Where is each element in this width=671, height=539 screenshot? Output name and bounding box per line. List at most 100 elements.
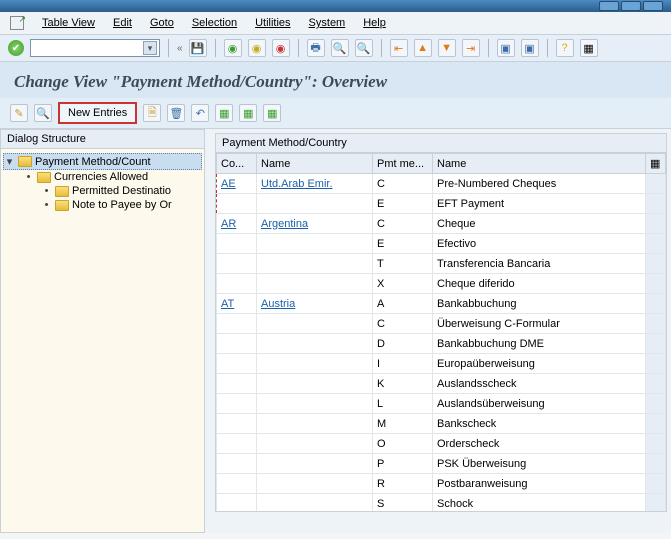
- tree-child-note[interactable]: • Note to Payee by Or: [3, 198, 202, 212]
- cell-desc[interactable]: Postbaranweisung: [433, 474, 646, 494]
- cell-pm[interactable]: K: [373, 374, 433, 394]
- table-row[interactable]: TTransferencia Bancaria: [217, 254, 666, 274]
- cell-name[interactable]: [257, 474, 373, 494]
- cell-country[interactable]: [217, 494, 257, 513]
- table-row[interactable]: CÜberweisung C-Formular: [217, 314, 666, 334]
- delete-icon[interactable]: 🗑: [167, 104, 185, 122]
- cell-desc[interactable]: Auslandsüberweisung: [433, 394, 646, 414]
- cell-desc[interactable]: Pre-Numbered Cheques: [433, 174, 646, 194]
- table-row[interactable]: KAuslandsscheck: [217, 374, 666, 394]
- cell-country[interactable]: [217, 374, 257, 394]
- table-row[interactable]: OOrderscheck: [217, 434, 666, 454]
- prev-page-icon[interactable]: ▲: [414, 39, 432, 57]
- cell-pm[interactable]: C: [373, 174, 433, 194]
- copy-icon[interactable]: 🗎: [143, 104, 161, 122]
- cancel-icon[interactable]: ◉: [272, 39, 290, 57]
- cell-desc[interactable]: Europaüberweisung: [433, 354, 646, 374]
- cell-name[interactable]: [257, 454, 373, 474]
- save-icon[interactable]: 💾: [189, 39, 207, 57]
- col-desc-header[interactable]: Name: [433, 154, 646, 174]
- cell-country[interactable]: [217, 334, 257, 354]
- cell-country[interactable]: [217, 394, 257, 414]
- cell-country[interactable]: [217, 454, 257, 474]
- menu-selection[interactable]: Selection: [192, 17, 237, 29]
- cell-country[interactable]: [217, 274, 257, 294]
- cell-name[interactable]: [257, 254, 373, 274]
- cell-country[interactable]: [217, 234, 257, 254]
- cell-name[interactable]: [257, 334, 373, 354]
- cell-country[interactable]: AT: [217, 294, 257, 314]
- table-row[interactable]: AEUtd.Arab Emir.CPre-Numbered Cheques: [217, 174, 666, 194]
- select-all-icon[interactable]: ▦: [215, 104, 233, 122]
- cell-name[interactable]: [257, 314, 373, 334]
- table-row[interactable]: RPostbaranweisung: [217, 474, 666, 494]
- cell-desc[interactable]: PSK Überweisung: [433, 454, 646, 474]
- cell-desc[interactable]: Bankabbuchung DME: [433, 334, 646, 354]
- col-name-header[interactable]: Name: [257, 154, 373, 174]
- cell-name[interactable]: [257, 194, 373, 214]
- cell-pm[interactable]: M: [373, 414, 433, 434]
- cell-country[interactable]: [217, 434, 257, 454]
- exit-icon[interactable]: ◉: [248, 39, 266, 57]
- cell-country[interactable]: [217, 474, 257, 494]
- change-display-icon[interactable]: ✎: [10, 104, 28, 122]
- layout-icon[interactable]: ▦: [580, 39, 598, 57]
- restore-button[interactable]: [621, 1, 641, 11]
- details-icon[interactable]: 🔍: [34, 104, 52, 122]
- table-row[interactable]: EEfectivo: [217, 234, 666, 254]
- cell-name[interactable]: [257, 394, 373, 414]
- cell-name[interactable]: Argentina: [257, 214, 373, 234]
- table-row[interactable]: ARArgentinaCCheque: [217, 214, 666, 234]
- minimize-button[interactable]: [599, 1, 619, 11]
- cell-country[interactable]: [217, 314, 257, 334]
- find-next-icon[interactable]: 🔍: [355, 39, 373, 57]
- cell-desc[interactable]: Bankabbuchung: [433, 294, 646, 314]
- cell-pm[interactable]: E: [373, 194, 433, 214]
- cell-pm[interactable]: L: [373, 394, 433, 414]
- cell-pm[interactable]: O: [373, 434, 433, 454]
- app-menu-icon[interactable]: [10, 16, 24, 30]
- table-row[interactable]: ATAustriaABankabbuchung: [217, 294, 666, 314]
- cell-desc[interactable]: Efectivo: [433, 234, 646, 254]
- back-double-icon[interactable]: «: [177, 43, 183, 54]
- cell-desc[interactable]: EFT Payment: [433, 194, 646, 214]
- cell-pm[interactable]: R: [373, 474, 433, 494]
- deselect-icon[interactable]: ▦: [263, 104, 281, 122]
- cell-country[interactable]: [217, 194, 257, 214]
- table-row[interactable]: DBankabbuchung DME: [217, 334, 666, 354]
- col-pm-header[interactable]: Pmt me...: [373, 154, 433, 174]
- cell-country[interactable]: AR: [217, 214, 257, 234]
- table-row[interactable]: MBankscheck: [217, 414, 666, 434]
- cell-name[interactable]: [257, 494, 373, 513]
- cell-country[interactable]: [217, 414, 257, 434]
- cell-pm[interactable]: X: [373, 274, 433, 294]
- cell-name[interactable]: Austria: [257, 294, 373, 314]
- cell-pm[interactable]: P: [373, 454, 433, 474]
- cell-desc[interactable]: Orderscheck: [433, 434, 646, 454]
- menu-goto[interactable]: Goto: [150, 17, 174, 29]
- cell-desc[interactable]: Schock: [433, 494, 646, 513]
- cell-pm[interactable]: A: [373, 294, 433, 314]
- cell-name[interactable]: [257, 374, 373, 394]
- cell-desc[interactable]: Cheque: [433, 214, 646, 234]
- cell-name[interactable]: [257, 414, 373, 434]
- tree-root[interactable]: ▾ Payment Method/Count: [3, 153, 202, 170]
- cell-name[interactable]: [257, 234, 373, 254]
- cell-pm[interactable]: S: [373, 494, 433, 513]
- tree-child-permitted[interactable]: • Permitted Destinatio: [3, 184, 202, 198]
- menu-utilities[interactable]: Utilities: [255, 17, 290, 29]
- cell-country[interactable]: [217, 254, 257, 274]
- cell-desc[interactable]: Cheque diferido: [433, 274, 646, 294]
- cell-pm[interactable]: T: [373, 254, 433, 274]
- cell-pm[interactable]: E: [373, 234, 433, 254]
- configure-columns-icon[interactable]: ▦: [646, 154, 666, 174]
- new-entries-button[interactable]: New Entries: [58, 102, 137, 124]
- cell-desc[interactable]: Auslandsscheck: [433, 374, 646, 394]
- back-icon[interactable]: ◉: [224, 39, 242, 57]
- print-icon[interactable]: 🖶: [307, 39, 325, 57]
- cell-pm[interactable]: C: [373, 214, 433, 234]
- table-row[interactable]: SSchock: [217, 494, 666, 513]
- chevron-down-icon[interactable]: ▾: [143, 41, 157, 55]
- menu-table-view[interactable]: Table View: [42, 17, 95, 29]
- cell-pm[interactable]: D: [373, 334, 433, 354]
